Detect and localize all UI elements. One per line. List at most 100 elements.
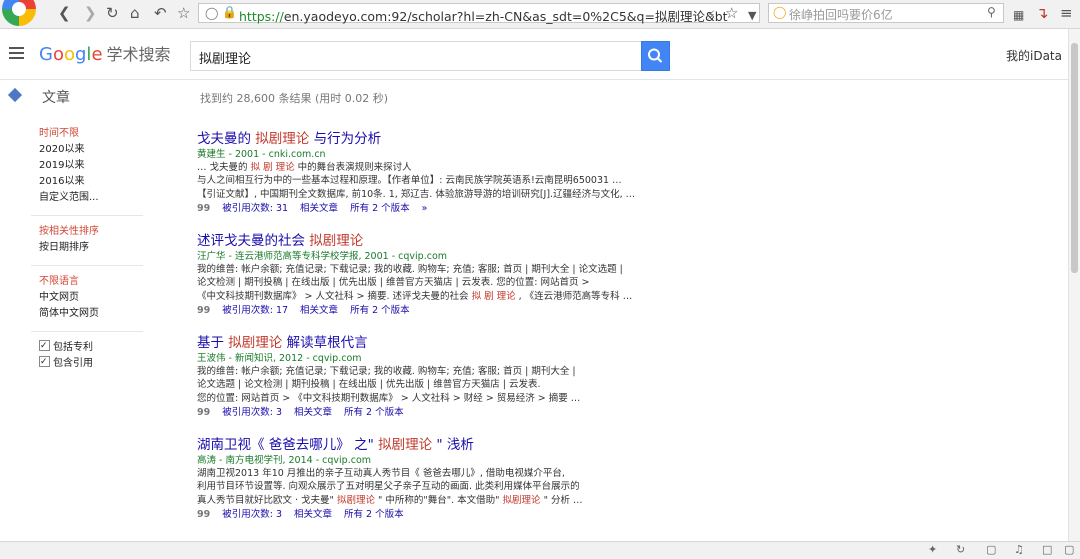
result-actions: 99 被引用次数: 3 相关文章 所有 2 个版本	[197, 508, 717, 522]
browser-logo-icon[interactable]	[2, 0, 36, 26]
all-versions-link[interactable]: 所有 2 个版本	[344, 509, 404, 520]
arrow-icon[interactable]: ↴	[1036, 4, 1049, 22]
result-title-link[interactable]: 基于 拟剧理论 解读草根代言	[197, 334, 717, 352]
result-snippet-line: 湖南卫视2013 年10 月推出的亲子互动真人秀节目《 爸爸去哪儿》, 借助电视…	[197, 468, 565, 479]
refresh-icon[interactable]: ↻	[956, 543, 965, 556]
articles-icon	[7, 87, 23, 103]
vertical-scrollbar[interactable]	[1068, 29, 1080, 541]
reload-icon[interactable]: ↻	[106, 4, 119, 22]
filter-simplified-chinese[interactable]: 简体中文网页	[39, 306, 159, 322]
shield-icon: ◯	[205, 6, 219, 20]
result-title-link[interactable]: 述评戈夫曼的社会 拟剧理论	[197, 232, 717, 250]
search-icon[interactable]: ⚲	[987, 5, 996, 19]
result-snippet-line: 与人之间相互行为中的一些基本过程和原理。【作者单位】: 云南民族学院英语系!云南…	[197, 175, 622, 187]
filter-since-2019[interactable]: 2019以来	[39, 158, 159, 174]
related-articles-link[interactable]: 相关文章	[300, 305, 338, 316]
quote-icon[interactable]: 99	[197, 203, 210, 214]
lock-icon: 🔒	[222, 5, 237, 19]
hamburger-menu-icon[interactable]	[9, 47, 24, 49]
all-versions-link[interactable]: 所有 2 个版本	[350, 203, 410, 214]
result-source: 汪广华 - 连云港师范高等专科学校学报, 2001 - cqvip.com	[197, 251, 448, 262]
related-articles-link[interactable]: 相关文章	[300, 203, 338, 214]
star-outline-icon[interactable]: ☆	[725, 4, 738, 22]
result-actions: 99 被引用次数: 17 相关文章 所有 2 个版本	[197, 304, 717, 318]
forward-icon[interactable]: ❯	[84, 4, 97, 22]
cited-by-link[interactable]: 被引用次数: 31	[222, 203, 288, 214]
result-title-link[interactable]: 戈夫曼的 拟剧理论 与行为分析	[197, 130, 717, 148]
chevron-down-icon[interactable]: ▼	[748, 7, 756, 25]
results-subheader: 文章 找到约 28,600 条结果 (用时 0.02 秒)	[0, 80, 1068, 113]
google-scholar-logo[interactable]: Google 学术搜索	[39, 41, 171, 65]
divider	[31, 215, 143, 216]
all-versions-link[interactable]: 所有 2 个版本	[344, 407, 404, 418]
result-snippet-line: 《中文科技期刊数据库》 > 人文社科 > 摘要. 述评戈夫曼的社会 拟 剧 理论…	[197, 290, 633, 302]
filter-any-time[interactable]: 时间不限	[39, 126, 159, 142]
result-source: 王波伟 - 新闻知识, 2012 - cqvip.com	[197, 353, 362, 364]
more-icon[interactable]: »	[422, 203, 428, 214]
star-icon[interactable]: ☆	[177, 4, 190, 22]
include-citations-checkbox[interactable]: 包含引用	[39, 354, 159, 372]
result-title-link[interactable]: 湖南卫视《 爸爸去哪儿》 之" 拟剧理论 " 浅析	[197, 436, 717, 454]
search-engine-icon: ◯	[773, 5, 787, 19]
scrollbar-thumb[interactable]	[1071, 43, 1078, 273]
sort-by-date[interactable]: 按日期排序	[39, 240, 159, 256]
result-snippet-line: 利用节目环节设置等. 向观众展示了五对明星父子亲子互动的画面. 此类利用媒体平台…	[197, 481, 580, 493]
result-snippet-line: 论文选题 | 论文检测 | 期刊投稿 | 在线出版 | 优先出版 | 维普官方天…	[197, 379, 541, 391]
search-button[interactable]	[641, 41, 670, 71]
cited-by-link[interactable]: 被引用次数: 3	[222, 407, 282, 418]
window-icon[interactable]: □	[1042, 543, 1052, 556]
quote-icon[interactable]: 99	[197, 407, 210, 418]
scholar-header: Google 学术搜索 拟剧理论 我的iData	[0, 29, 1068, 80]
filter-since-2016[interactable]: 2016以来	[39, 174, 159, 190]
quote-icon[interactable]: 99	[197, 509, 210, 520]
filter-sidebar: 时间不限 2020以来 2019以来 2016以来 自定义范围... 按相关性排…	[31, 126, 159, 372]
result-source: 高涛 - 南方电视学刊, 2014 - cqvip.com	[197, 455, 372, 466]
browser-search-box[interactable]: ◯ 徐峥拍回吗要价6亿 ⚲	[768, 3, 1004, 23]
my-account-link[interactable]: 我的iData	[1006, 47, 1062, 64]
filter-any-language[interactable]: 不限语言	[39, 274, 159, 290]
result-snippet-line: 我的维普: 帐户余额; 充值记录; 下载记录; 我的收藏. 购物车; 充值; 客…	[197, 264, 623, 275]
search-result: 基于 拟剧理论 解读草根代言 王波伟 - 新闻知识, 2012 - cqvip.…	[197, 334, 717, 420]
volume-icon[interactable]: ♫	[1014, 543, 1024, 556]
result-source: 黄建生 - 2001 - cnki.com.cn	[197, 149, 326, 160]
magnifier-icon	[648, 48, 663, 63]
search-result: 述评戈夫曼的社会 拟剧理论 汪广华 - 连云港师范高等专科学校学报, 2001 …	[197, 232, 717, 318]
cited-by-link[interactable]: 被引用次数: 17	[222, 305, 288, 316]
back-icon[interactable]: ❮	[58, 4, 71, 22]
cited-by-link[interactable]: 被引用次数: 3	[222, 509, 282, 520]
address-bar[interactable]: ◯ 🔒 https://en.yaodeyo.com:92/scholar?hl…	[198, 3, 760, 24]
result-snippet-line: 您的位置: 网站首页 > 《中文科技期刊数据库》 > 人文社科 > 财经 > 贸…	[197, 392, 581, 404]
browser-status-bar: ✦ ↻ ▢ ♫ □ ▢	[0, 541, 1080, 559]
filter-chinese-pages[interactable]: 中文网页	[39, 290, 159, 306]
trash-icon[interactable]: ▢	[986, 543, 996, 556]
result-snippet-line: 【引证文献】, 中国期刊全文数据库, 前10条. 1, 郑辽吉. 体验旅游导游的…	[197, 188, 636, 200]
home-icon[interactable]: ⌂	[130, 4, 140, 22]
fullscreen-icon[interactable]: ▢	[1064, 543, 1074, 556]
related-articles-link[interactable]: 相关文章	[294, 407, 332, 418]
menu-icon[interactable]: ≡	[1060, 4, 1073, 22]
related-articles-link[interactable]: 相关文章	[294, 509, 332, 520]
divider	[31, 265, 143, 266]
sort-by-relevance[interactable]: 按相关性排序	[39, 224, 159, 240]
result-actions: 99 被引用次数: 3 相关文章 所有 2 个版本	[197, 406, 717, 420]
articles-label[interactable]: 文章	[42, 87, 70, 107]
result-snippet-line: … 戈夫曼的 拟 剧 理论 中的舞台表演规则来探讨人	[197, 162, 412, 173]
checkbox-icon[interactable]	[39, 354, 50, 370]
result-actions: 99 被引用次数: 31 相关文章 所有 2 个版本 »	[197, 202, 717, 216]
include-patents-checkbox[interactable]: 包括专利	[39, 338, 159, 356]
lightning-icon[interactable]: ⚡	[707, 6, 715, 24]
quote-icon[interactable]: 99	[197, 305, 210, 316]
browser-search-placeholder: 徐峥拍回吗要价6亿	[789, 8, 893, 22]
result-stats: 找到约 28,600 条结果 (用时 0.02 秒)	[200, 92, 389, 105]
result-snippet-line: 论文检测 | 期刊投稿 | 在线出版 | 优先出版 | 维普官方天猫店 | 云发…	[197, 277, 590, 289]
filter-since-2020[interactable]: 2020以来	[39, 142, 159, 158]
scholar-search-input[interactable]: 拟剧理论	[190, 41, 642, 71]
search-result: 戈夫曼的 拟剧理论 与行为分析 黄建生 - 2001 - cnki.com.cn…	[197, 130, 717, 216]
undo-icon[interactable]: ↶	[154, 4, 167, 22]
checkbox-icon[interactable]	[39, 338, 50, 354]
grid-icon[interactable]: ▦	[1013, 6, 1024, 24]
pin-icon[interactable]: ✦	[928, 543, 937, 556]
filter-custom-range[interactable]: 自定义范围...	[39, 190, 159, 206]
all-versions-link[interactable]: 所有 2 个版本	[350, 305, 410, 316]
url-text: en.yaodeyo.com:92/scholar?hl=zh-CN&as_sd…	[283, 9, 728, 24]
